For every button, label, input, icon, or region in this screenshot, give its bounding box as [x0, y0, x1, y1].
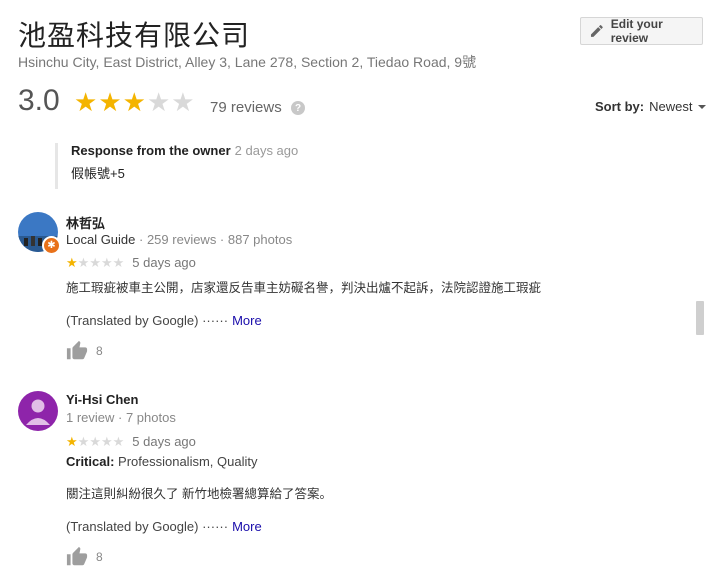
avatar[interactable] [18, 391, 58, 431]
sort-value: Newest [649, 99, 693, 114]
translated-line: (Translated by Google) ······ More [66, 519, 262, 534]
thumbs-up-icon [66, 340, 88, 360]
local-guide-badge-icon: ✱ [42, 236, 61, 255]
star-icon: ★ [98, 87, 122, 117]
like-button[interactable]: 8 [66, 340, 103, 362]
business-name: 池盈科技有限公司 [18, 19, 251, 52]
thumbs-up-icon [66, 546, 88, 566]
more-link[interactable]: More [232, 313, 262, 328]
translated-label: (Translated by Google) ······ [66, 519, 229, 534]
star-icon: ★ [74, 87, 98, 117]
like-button[interactable]: 8 [66, 546, 103, 568]
star-icon: ★ [122, 87, 146, 117]
sort-label: Sort by: [595, 99, 645, 114]
owner-response: Response from the owner 2 days ago 假帳號+5 [55, 143, 305, 189]
review-stars: ★ ★ ★ ★ ★ 5 days ago [66, 255, 196, 270]
help-icon[interactable]: ? [291, 101, 305, 115]
pencil-icon [590, 25, 603, 37]
owner-response-text: 假帳號+5 [71, 166, 125, 181]
review-text: 施工瑕疵被車主公開，店家還反告車主妨礙名譽，判決出爐不起訴，法院認證施工瑕疵 [66, 281, 542, 295]
local-guide-label: Local Guide [66, 232, 136, 247]
scrollbar-thumb[interactable] [696, 301, 704, 335]
like-count: 8 [96, 344, 103, 358]
star-empty-icon: ★ [171, 87, 195, 117]
star-empty-icon: ★ [146, 87, 171, 117]
review-time: 5 days ago [132, 434, 196, 449]
translated-line: (Translated by Google) ······ More [66, 313, 262, 328]
review-stars: ★ ★ ★ ★ ★ 5 days ago [66, 434, 196, 449]
translated-label: (Translated by Google) ······ [66, 313, 229, 328]
critical-value: Professionalism, Quality [118, 454, 258, 469]
like-count: 8 [96, 550, 103, 564]
review-time: 5 days ago [132, 255, 196, 270]
business-address: Hsinchu City, East District, Alley 3, La… [18, 54, 477, 70]
reviews-count[interactable]: 79 reviews [210, 99, 282, 116]
more-link[interactable]: More [232, 519, 262, 534]
edit-review-button[interactable]: Edit your review [580, 17, 703, 45]
rating-stars: ★ ★ ★ ★ ★ [74, 89, 195, 115]
edit-review-label: Edit your review [610, 17, 663, 45]
critical-aspects: Critical: Professionalism, Quality [66, 454, 257, 469]
owner-response-time: 2 days ago [234, 143, 299, 158]
review-text: 關注這則糾紛很久了 新竹地檢署總算給了答案。 [66, 487, 332, 501]
average-rating: 3.0 [18, 84, 60, 117]
reviewer-name[interactable]: Yi-Hsi Chen [66, 392, 138, 407]
critical-label: Critical: [66, 454, 115, 469]
caret-down-icon [698, 104, 707, 109]
sort-dropdown[interactable]: Sort by: Newest [595, 99, 707, 114]
reviewer-stats: · 259 reviews · 887 photos [139, 232, 293, 247]
reviewer-stats: 1 review · 7 photos [66, 410, 176, 425]
reviewer-name[interactable]: 林哲弘 [66, 213, 105, 232]
owner-response-label: Response from the owner [71, 143, 231, 158]
reviewer-meta: Local Guide · 259 reviews · 887 photos [66, 232, 292, 247]
